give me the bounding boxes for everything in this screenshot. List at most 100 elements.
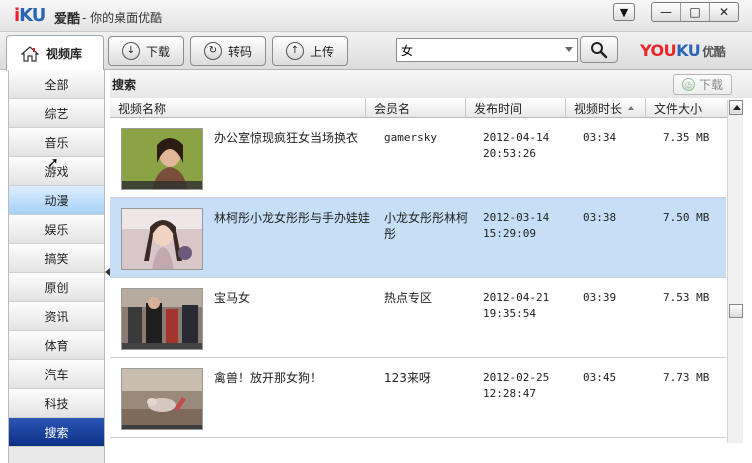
close-icon: ✕ (718, 5, 730, 19)
category-sidebar: 全部 综艺 音乐 游戏 动漫 娱乐 搞笑 原创 资讯 体育 汽车 科技 搜索 (8, 70, 105, 463)
video-duration: 03:45 (583, 371, 617, 384)
column-header-duration-label: 视频时长 (574, 101, 623, 116)
video-date-day: 2012-03-14 (483, 211, 550, 224)
search-button[interactable] (580, 36, 618, 63)
column-header-size[interactable]: 文件大小 (646, 98, 736, 118)
transcode-tab-label: 转码 (227, 44, 252, 59)
video-date-time: 19:35:54 (483, 307, 536, 320)
menu-button[interactable]: ▼ (613, 3, 635, 21)
sidebar-item-funny[interactable]: 搞笑 (9, 244, 104, 273)
search-icon (591, 41, 608, 58)
sidebar-item-sports[interactable]: 体育 (9, 331, 104, 360)
results-scrollbar[interactable] (727, 100, 743, 443)
dropdown-arrow-icon[interactable] (565, 47, 573, 52)
brand-ku: KU (676, 41, 701, 60)
column-header-duration[interactable]: 视频时长 (566, 98, 646, 118)
video-date-time: 12:28:47 (483, 387, 536, 400)
video-date-day: 2012-04-21 (483, 291, 550, 304)
results-header: 搜索 ◷ 下载 (110, 70, 752, 98)
column-header-date[interactable]: 发布时间 (466, 98, 566, 118)
brand-cn: 优酷 (702, 45, 726, 59)
sidebar-item-search[interactable]: 搜索 (9, 418, 104, 447)
sidebar-item-anime[interactable]: 动漫 (9, 186, 104, 215)
toolbar: 视频库 ↓ 下载 ↻ 转码 ↑ 上传 YOUKU优酷 (0, 32, 752, 71)
video-thumbnail[interactable] (121, 288, 203, 350)
results-list: 办公室惊现疯狂女当场换衣 gamersky 2012-04-14 20:53:26… (110, 118, 726, 438)
video-duration: 03:38 (583, 211, 617, 224)
column-header-title-label: 视频名称 (118, 101, 167, 116)
video-date-time: 15:29:09 (483, 227, 536, 240)
close-button[interactable]: ✕ (710, 3, 738, 21)
minimize-icon: — (660, 5, 672, 19)
table-row-selected[interactable]: 林柯彤小龙女彤彤与手办娃娃 小龙女彤彤林柯彤 2012-03-14 15:29:0… (110, 198, 726, 278)
video-date-day: 2012-04-14 (483, 131, 550, 144)
video-date: 2012-04-21 19:35:54 (483, 290, 573, 322)
column-header-user-label: 会员名 (374, 101, 411, 116)
scrollbar-thumb[interactable] (729, 304, 743, 318)
minimize-button[interactable]: — (652, 3, 681, 21)
column-header-title[interactable]: 视频名称 (110, 98, 366, 118)
download-tab-label: 下载 (145, 44, 170, 59)
video-title[interactable]: 宝马女 (214, 290, 371, 306)
download-button-label: 下载 (698, 78, 723, 92)
download-button[interactable]: ◷ 下载 (673, 74, 732, 95)
video-duration: 03:39 (583, 291, 617, 304)
table-row[interactable]: 办公室惊现疯狂女当场换衣 gamersky 2012-04-14 20:53:26… (110, 118, 726, 198)
video-title[interactable]: 禽兽！放开那女狗！ (214, 370, 371, 386)
transcode-tab-button[interactable]: ↻ 转码 (190, 36, 266, 66)
table-row[interactable]: 禽兽！放开那女狗！ 123来呀 2012-02-25 12:28:47 03:45… (110, 358, 726, 438)
mouse-cursor-icon: ➚ (47, 155, 59, 171)
table-row[interactable]: 宝马女 热点专区 2012-04-21 19:35:54 03:39 7.53 M… (110, 278, 726, 358)
video-thumbnail[interactable] (121, 128, 203, 190)
sidebar-item-all[interactable]: 全部 (9, 70, 104, 99)
chevron-down-icon: ▼ (619, 5, 629, 19)
video-thumbnail[interactable] (121, 368, 203, 430)
sidebar-item-news[interactable]: 资讯 (9, 302, 104, 331)
page-title: 搜索 (112, 78, 137, 92)
scroll-up-arrow-icon[interactable] (729, 100, 743, 115)
video-date-time: 20:53:26 (483, 147, 536, 160)
upload-tab-label: 上传 (309, 44, 334, 59)
video-user: gamersky (384, 131, 437, 144)
brand-you: YOU (640, 41, 677, 60)
video-size: 7.73 MB (663, 371, 710, 384)
search-results-panel: 搜索 ◷ 下载 视频名称 会员名 发布时间 视频时长 文件大小 办公室惊现疯狂女… (110, 70, 752, 463)
maximize-button[interactable]: □ (681, 3, 710, 21)
iku-logo: iKU (14, 5, 46, 26)
video-date: 2012-02-25 12:28:47 (483, 370, 573, 402)
video-user: 123来呀 (384, 371, 431, 385)
tab-video-library[interactable]: 视频库 (6, 35, 104, 71)
upload-icon: ↑ (285, 42, 304, 60)
video-date: 2012-04-14 20:53:26 (483, 130, 573, 162)
download-tab-button[interactable]: ↓ 下载 (108, 36, 184, 66)
sidebar-item-music[interactable]: 音乐 (9, 128, 104, 157)
sidebar-item-auto[interactable]: 汽车 (9, 360, 104, 389)
maximize-icon: □ (689, 5, 701, 19)
video-title[interactable]: 林柯彤小龙女彤彤与手办娃娃 (214, 210, 371, 226)
column-header-size-label: 文件大小 (654, 101, 703, 116)
sidebar-item-variety[interactable]: 综艺 (9, 99, 104, 128)
youku-logo: YOUKU 优酷 (640, 41, 726, 60)
download-clock-icon: ◷ (681, 78, 695, 91)
logo-ku: KU (19, 5, 46, 26)
column-header-date-label: 发布时间 (474, 101, 523, 116)
app-name: 爱酷 (54, 12, 81, 27)
title-bar: iKU 爱酷 - 你的桌面优酷 ▼ — □ ✕ (0, 0, 752, 32)
video-user: 热点专区 (384, 291, 433, 305)
sidebar-item-tech[interactable]: 科技 (9, 389, 104, 418)
video-size: 7.50 MB (663, 211, 710, 224)
upload-tab-button[interactable]: ↑ 上传 (272, 36, 348, 66)
app-subtitle: - 你的桌面优酷 (82, 11, 163, 25)
video-thumbnail[interactable] (121, 208, 203, 270)
sidebar-item-original[interactable]: 原创 (9, 273, 104, 302)
sidebar-item-entertainment[interactable]: 娱乐 (9, 215, 104, 244)
download-icon: ↓ (121, 42, 140, 60)
video-size: 7.53 MB (663, 291, 710, 304)
search-input[interactable] (397, 39, 559, 61)
column-header-user[interactable]: 会员名 (366, 98, 466, 118)
video-size: 7.35 MB (663, 131, 710, 144)
video-duration: 03:34 (583, 131, 617, 144)
sort-ascending-icon (628, 106, 635, 110)
video-date: 2012-03-14 15:29:09 (483, 210, 573, 242)
video-title[interactable]: 办公室惊现疯狂女当场换衣 (214, 130, 371, 146)
